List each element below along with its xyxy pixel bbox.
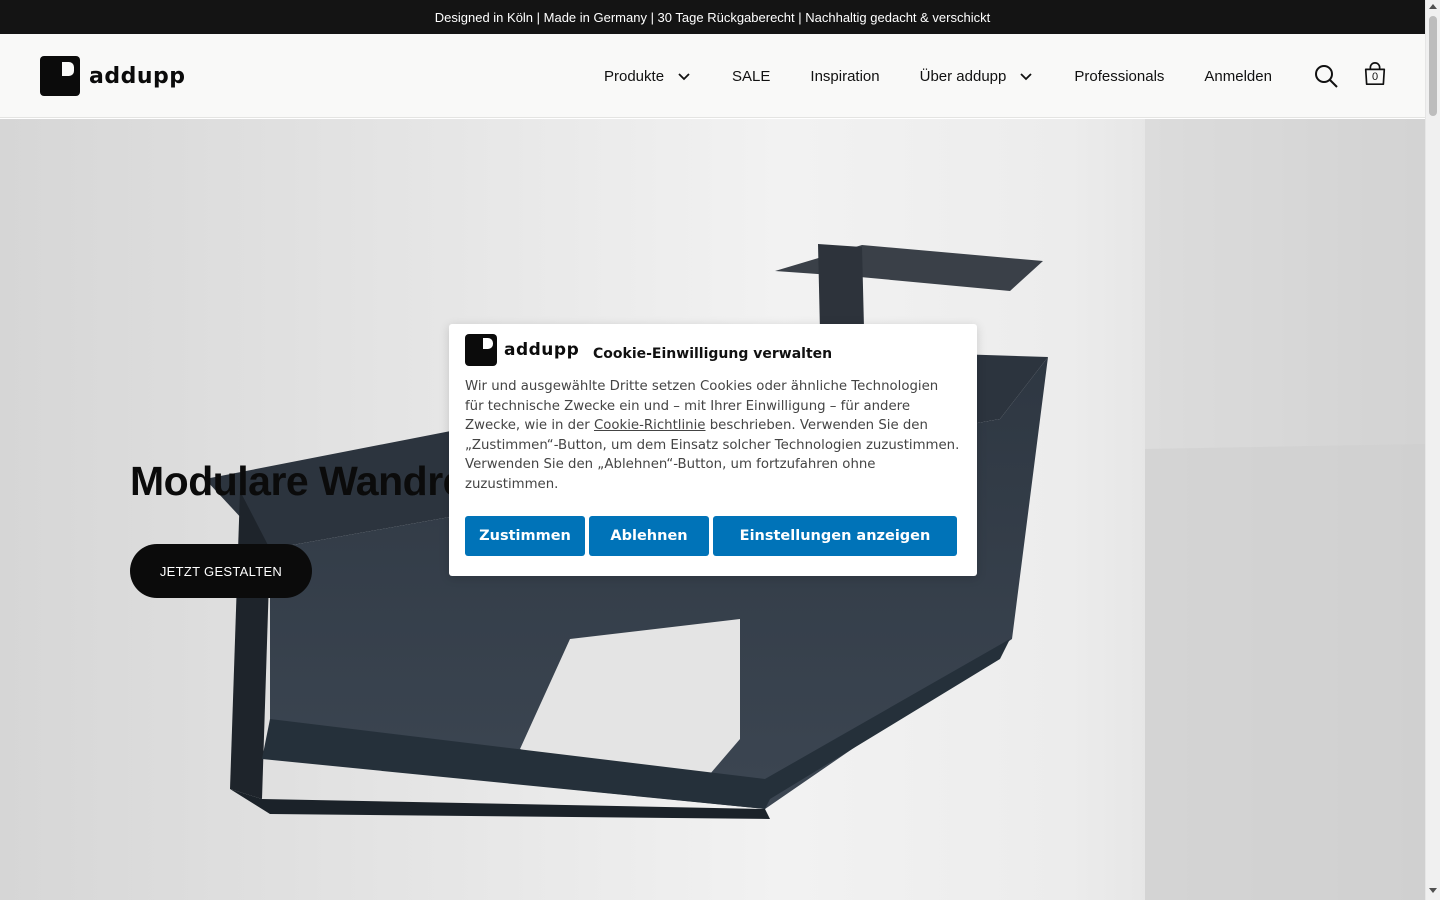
page-scrollbar[interactable]	[1425, 0, 1440, 900]
cookie-dialog-logo: addupp	[465, 334, 579, 366]
logo-text: addupp	[89, 63, 186, 89]
site-header: addupp Produkte SALE Inspiration Über ad…	[0, 34, 1425, 118]
main-nav: Produkte SALE Inspiration Über addupp Pr…	[604, 34, 1272, 118]
announcement-text: Designed in Köln | Made in Germany | 30 …	[434, 9, 991, 25]
scrollbar-thumb[interactable]	[1429, 16, 1437, 116]
nav-label: Inspiration	[810, 67, 880, 85]
announcement-bar: Designed in Köln | Made in Germany | 30 …	[0, 0, 1425, 34]
nav-item-professionals[interactable]: Professionals	[1074, 68, 1164, 85]
nav-label: Anmelden	[1204, 67, 1272, 85]
nav-item-anmelden[interactable]: Anmelden	[1204, 68, 1272, 85]
nav-label: Über addupp	[919, 67, 1007, 85]
logo-mark-icon	[465, 334, 497, 366]
cookie-consent-dialog: addupp Cookie-Einwilligung verwalten Wir…	[449, 324, 977, 576]
logo-mark-icon	[40, 56, 80, 96]
cart-count-badge: 0	[1371, 71, 1379, 83]
search-icon[interactable]	[1313, 63, 1339, 89]
reject-cookies-button[interactable]: Ablehnen	[589, 516, 709, 556]
cookie-dialog-title: Cookie-Einwilligung verwalten	[593, 346, 833, 362]
nav-label: Professionals	[1074, 67, 1165, 85]
nav-item-produkte[interactable]: Produkte	[604, 68, 692, 85]
nav-item-sale[interactable]: SALE	[732, 68, 770, 85]
logo-text: addupp	[504, 340, 580, 360]
hero-title: Modulare Wandre	[130, 458, 465, 504]
scroll-down-arrow-icon[interactable]	[1429, 888, 1437, 893]
logo[interactable]: addupp	[40, 56, 186, 96]
scroll-up-arrow-icon[interactable]	[1429, 4, 1437, 9]
nav-label: Produkte	[604, 67, 665, 85]
chevron-down-icon	[678, 73, 690, 81]
chevron-down-icon	[1020, 73, 1032, 81]
nav-label: SALE	[732, 67, 771, 85]
nav-item-inspiration[interactable]: Inspiration	[810, 68, 879, 85]
cookie-dialog-text: Wir und ausgewählte Dritte setzen Cookie…	[465, 377, 961, 495]
cookie-policy-link[interactable]: Cookie-Richtlinie	[594, 418, 706, 433]
nav-item-ueber-addupp[interactable]: Über addupp	[920, 68, 1035, 85]
cta-button[interactable]: JETZT GESTALTEN	[130, 544, 312, 598]
accept-cookies-button[interactable]: Zustimmen	[465, 516, 585, 556]
show-settings-button[interactable]: Einstellungen anzeigen	[713, 516, 957, 556]
